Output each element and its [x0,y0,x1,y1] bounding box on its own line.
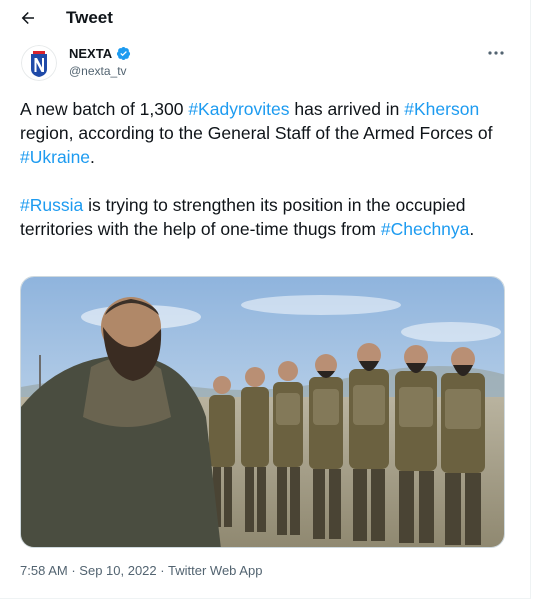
text-segment: region, according to the General Staff o… [20,123,493,143]
hashtag-russia[interactable]: #Russia [20,195,83,215]
meta-separator: · [71,563,76,578]
tweet-page: Tweet NEXTA @nexta_tv A new batch of 1,3… [0,0,531,599]
hashtag-kherson[interactable]: #Kherson [404,99,479,119]
more-horizontal-icon [488,51,504,55]
verified-badge-icon [117,46,131,61]
text-segment: . [469,219,475,239]
hashtag-chechnya[interactable]: #Chechnya [381,219,470,239]
avatar[interactable] [21,45,57,81]
text-segment: A new batch of 1,300 [20,99,189,119]
tweet-date[interactable]: Sep 10, 2022 [79,563,156,578]
page-header: Tweet [0,0,530,36]
back-button[interactable] [14,4,42,32]
page-title: Tweet [66,8,113,27]
soldiers-lineup-photo [21,277,504,547]
text-segment: has arrived in [289,99,405,119]
tweet-time[interactable]: 7:58 AM [20,563,68,578]
tweet-paragraph-1: A new batch of 1,300 #Kadyrovites has ar… [20,97,515,169]
tweet-paragraph-2: #Russia is trying to strengthen its posi… [20,193,515,241]
tweet-source[interactable]: Twitter Web App [168,563,262,578]
tweet-photo[interactable] [20,276,505,548]
hashtag-kadyrovites[interactable]: #Kadyrovites [188,99,289,119]
author-name-label: NEXTA [69,46,113,61]
nexta-logo-icon [21,45,57,81]
author-handle[interactable]: @nexta_tv [69,64,127,78]
tweet-text: A new batch of 1,300 #Kadyrovites has ar… [20,97,515,241]
tweet-meta: 7:58 AM · Sep 10, 2022 · Twitter Web App [20,563,262,578]
meta-separator: · [160,563,165,578]
text-segment: . [90,147,95,167]
arrow-left-icon [21,12,34,24]
more-options-button[interactable] [483,44,509,62]
hashtag-ukraine[interactable]: #Ukraine [20,147,90,167]
author-name[interactable]: NEXTA [69,46,131,61]
